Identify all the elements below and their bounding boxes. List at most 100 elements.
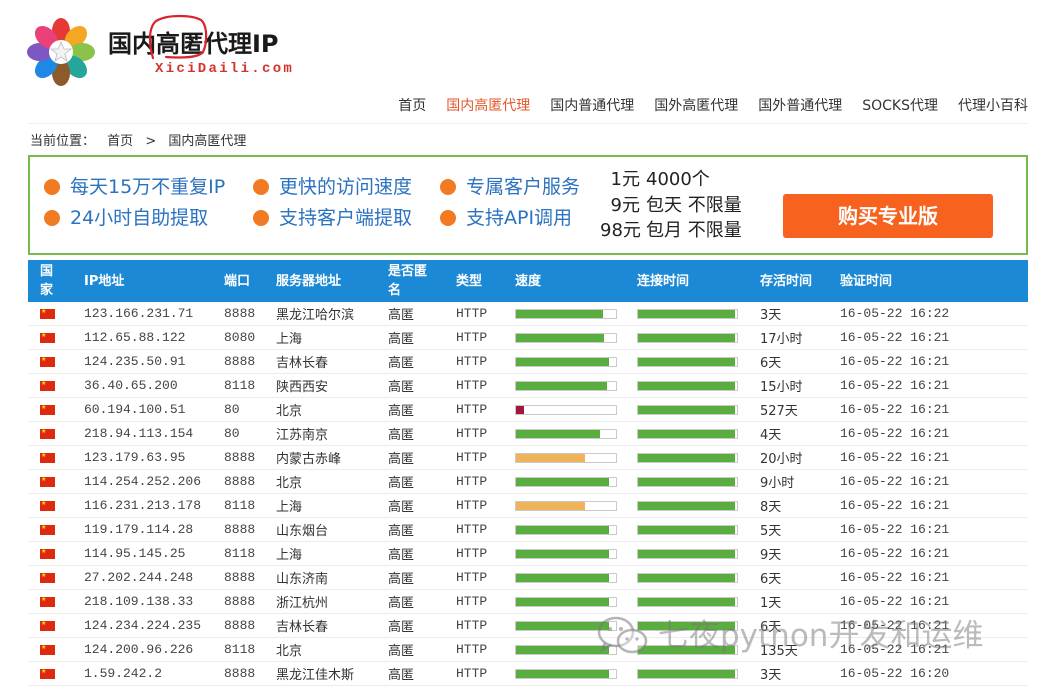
anonymity-cell: 高匿 xyxy=(388,668,415,683)
nav-item-wiki[interactable]: 代理小百科 xyxy=(958,96,1028,116)
header-verified-time: 验证时间 xyxy=(840,273,893,289)
alive-time-cell: 3天 xyxy=(760,668,782,683)
verified-time-cell: 16-05-22 16:21 xyxy=(840,330,950,345)
alive-time-cell: 527天 xyxy=(760,404,798,419)
nav-item-foreign-elite[interactable]: 国外高匿代理 xyxy=(654,96,738,116)
header-ip: IP地址 xyxy=(84,273,125,289)
connect-time-bar xyxy=(637,620,738,631)
type-cell: HTTP xyxy=(456,618,488,633)
anonymity-cell: 高匿 xyxy=(388,572,415,587)
breadcrumb-current: 国内高匿代理 xyxy=(168,134,247,149)
anonymity-cell: 高匿 xyxy=(388,332,415,347)
location-cell: 北京 xyxy=(276,404,303,419)
speed-bar-fill xyxy=(516,621,609,630)
alive-time-cell: 4天 xyxy=(760,428,782,443)
buy-pro-button[interactable]: 购买专业版 xyxy=(783,194,993,238)
speed-cell xyxy=(508,596,629,607)
china-flag-icon xyxy=(40,571,55,583)
breadcrumb-prefix: 当前位置： xyxy=(30,134,96,149)
alive-time-cell: 6天 xyxy=(760,572,782,587)
speed-bar xyxy=(515,500,617,511)
port-cell: 8118 xyxy=(224,378,256,393)
port-cell: 8118 xyxy=(224,642,256,657)
country-cell xyxy=(28,618,76,633)
connect-time-cell xyxy=(629,356,752,367)
pricing-list: 1元 4000个 9元 包天 不限量 98元 包月 不限量 xyxy=(600,167,742,244)
location-cell: 吉林长春 xyxy=(276,620,329,635)
speed-cell xyxy=(508,308,629,319)
location-cell: 黑龙江佳木斯 xyxy=(276,668,355,683)
type-cell: HTTP xyxy=(456,450,488,465)
speed-bar xyxy=(515,668,617,679)
connect-time-bar xyxy=(637,380,738,391)
type-cell: HTTP xyxy=(456,426,488,441)
verified-time-cell: 16-05-22 16:21 xyxy=(840,570,950,585)
china-flag-icon xyxy=(40,547,55,559)
location-cell: 上海 xyxy=(276,548,303,563)
nav-item-home[interactable]: 首页 xyxy=(398,96,426,116)
feature-item: 支持客户端提取 xyxy=(253,207,440,229)
anonymity-cell: 高匿 xyxy=(388,548,415,563)
country-cell xyxy=(28,402,76,417)
speed-bar xyxy=(515,620,617,631)
table-row: 124.235.50.91 8888 吉林长春 高匿 HTTP 6天 16-05-22 16… xyxy=(28,350,1028,374)
verified-time-cell: 16-05-22 16:21 xyxy=(840,594,950,609)
anonymity-cell: 高匿 xyxy=(388,620,415,635)
connect-time-cell xyxy=(629,644,752,655)
connect-time-bar xyxy=(637,548,738,559)
port-cell: 8888 xyxy=(224,594,256,609)
ip-cell: 218.109.138.33 xyxy=(84,594,194,609)
price-amount: 98元 xyxy=(600,220,641,241)
price-line: 9元 包天 不限量 xyxy=(600,193,742,219)
speed-cell xyxy=(508,500,629,511)
verified-time-cell: 16-05-22 16:21 xyxy=(840,378,950,393)
breadcrumb-home-link[interactable]: 首页 xyxy=(107,134,133,149)
location-cell: 上海 xyxy=(276,332,303,347)
type-cell: HTTP xyxy=(456,306,488,321)
connect-time-cell xyxy=(629,596,752,607)
connect-time-bar-fill xyxy=(638,309,736,318)
connect-time-bar xyxy=(637,428,738,439)
header-country: 国家 xyxy=(40,264,54,298)
table-row: 60.194.100.51 80 北京 高匿 HTTP 527天 16-05-22 16:2… xyxy=(28,398,1028,422)
nav-item-socks[interactable]: SOCKS代理 xyxy=(862,96,938,116)
speed-bar xyxy=(515,452,617,463)
type-cell: HTTP xyxy=(456,330,488,345)
header-anonymity: 是否匿名 xyxy=(388,264,428,298)
type-cell: HTTP xyxy=(456,354,488,369)
connect-time-bar xyxy=(637,644,738,655)
speed-cell xyxy=(508,620,629,631)
china-flag-icon xyxy=(40,523,55,535)
nav-item-domestic-elite[interactable]: 国内高匿代理 xyxy=(446,96,530,116)
breadcrumb-separator: > xyxy=(145,134,157,149)
speed-cell xyxy=(508,332,629,343)
china-flag-icon xyxy=(40,403,55,415)
china-flag-icon xyxy=(40,499,55,511)
location-cell: 上海 xyxy=(276,500,303,515)
ip-cell: 112.65.88.122 xyxy=(84,330,186,345)
ip-cell: 36.40.65.200 xyxy=(84,378,178,393)
country-cell xyxy=(28,450,76,465)
nav-item-domestic-transparent[interactable]: 国内普通代理 xyxy=(550,96,634,116)
alive-time-cell: 5天 xyxy=(760,524,782,539)
china-flag-icon xyxy=(40,355,55,367)
price-amount: 9元 xyxy=(610,194,640,216)
table-row: 112.65.88.122 8080 上海 高匿 HTTP 17小时 16-05-22 16… xyxy=(28,326,1028,350)
country-cell xyxy=(28,306,76,321)
port-cell: 80 xyxy=(224,402,240,417)
feature-item: 专属客户服务 xyxy=(440,176,610,198)
feature-item: 24小时自助提取 xyxy=(44,207,253,229)
site-logo-link[interactable]: 国内高匿代理IP XiciDaili.com xyxy=(24,16,314,86)
type-cell: HTTP xyxy=(456,666,488,681)
connect-time-bar xyxy=(637,668,738,679)
table-row: 116.231.213.178 8118 上海 高匿 HTTP 8天 16-05-22 16… xyxy=(28,494,1028,518)
country-cell xyxy=(28,378,76,393)
speed-bar xyxy=(515,332,617,343)
type-cell: HTTP xyxy=(456,498,488,513)
port-cell: 8888 xyxy=(224,474,256,489)
connect-time-bar-fill xyxy=(638,429,736,438)
speed-cell xyxy=(508,452,629,463)
alive-time-cell: 6天 xyxy=(760,620,782,635)
nav-item-foreign-transparent[interactable]: 国外普通代理 xyxy=(758,96,842,116)
connect-time-cell xyxy=(629,428,752,439)
